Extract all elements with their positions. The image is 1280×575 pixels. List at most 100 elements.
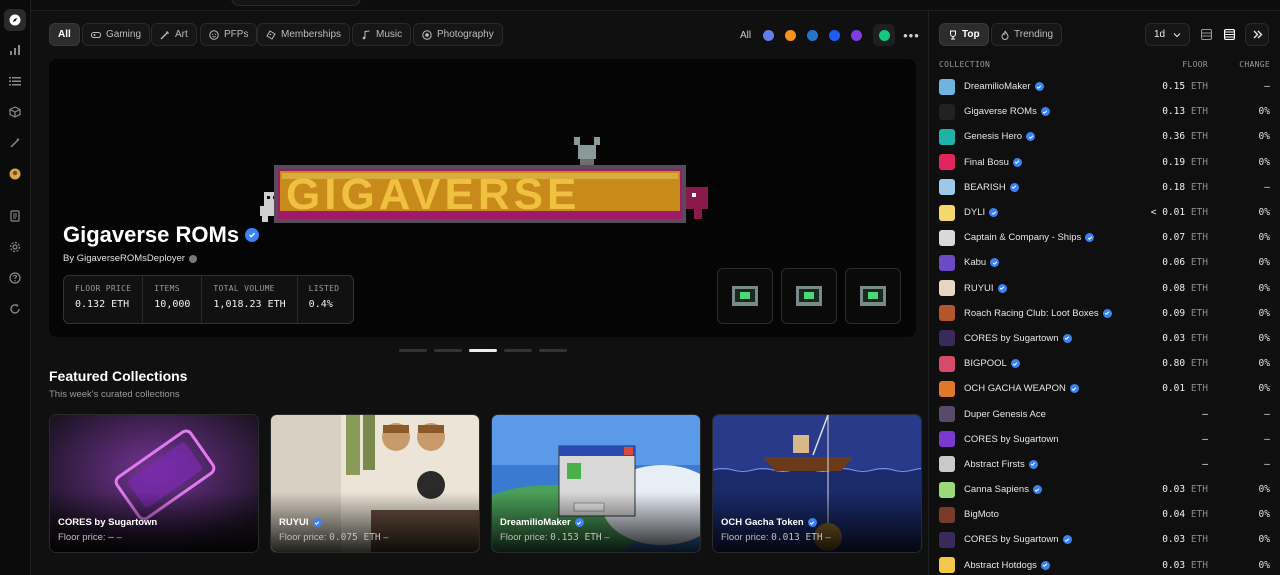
featured-card[interactable]: CORES by Sugartown Floor price: – –	[49, 414, 259, 553]
hero-title[interactable]: Gigaverse ROMs	[63, 222, 260, 248]
floor-cell: 0.06 ETH	[1162, 257, 1208, 268]
settings-icon[interactable]	[4, 236, 26, 258]
filter-chip-photography[interactable]: Photography	[413, 23, 503, 46]
tab-trending[interactable]: Trending	[991, 23, 1063, 46]
table-row[interactable]: Duper Genesis Ace – –	[939, 401, 1270, 426]
pager-dot[interactable]	[434, 349, 462, 352]
change-cell: –	[1264, 458, 1270, 470]
change-cell: 0%	[1258, 559, 1270, 571]
table-row[interactable]: Abstract Firsts – –	[939, 452, 1270, 477]
collection-name-text: CORES by Sugartown	[964, 433, 1059, 445]
header-collection[interactable]: COLLECTION	[939, 60, 990, 69]
floor-value: 0.013 ETH	[771, 532, 823, 543]
floor-value: 0.03	[1162, 332, 1186, 344]
polygon-icon[interactable]	[851, 29, 863, 41]
table-row[interactable]: Canna Sapiens 0.03 ETH 0%	[939, 477, 1270, 502]
period-select[interactable]: 1d	[1145, 23, 1190, 46]
card-floor: Floor price: 0.013 ETH –	[721, 532, 831, 543]
hero-banner[interactable]: GIGAVERSE Gigaverse ROMs By GigaverseROM…	[49, 59, 916, 337]
table-row[interactable]: Captain & Company - Ships 0.07 ETH 0%	[939, 225, 1270, 250]
table-row[interactable]: DreamilioMaker 0.15 ETH –	[939, 74, 1270, 99]
pager-dot[interactable]	[504, 349, 532, 352]
filter-chip-art[interactable]: Art	[151, 23, 197, 46]
hero-item-thumbnail[interactable]	[845, 268, 901, 324]
table-row[interactable]: DYLI < 0.01 ETH 0%	[939, 200, 1270, 225]
tab-top[interactable]: Top	[939, 23, 989, 46]
chain-all-button[interactable]: All	[740, 30, 751, 41]
pager-dot[interactable]	[539, 349, 567, 352]
table-row[interactable]: OCH GACHA WEAPON 0.01 ETH 0%	[939, 376, 1270, 401]
abstract-chain-button[interactable]	[873, 24, 896, 46]
change-cell: 0%	[1258, 156, 1270, 168]
bitcoin-icon[interactable]	[785, 29, 797, 41]
collection-name-text: Final Bosu	[964, 156, 1009, 168]
wand-icon[interactable]	[4, 132, 26, 154]
floor-cell: 0.04 ETH	[1162, 509, 1208, 520]
table-row[interactable]: CORES by Sugartown 0.03 ETH 0%	[939, 527, 1270, 552]
more-icon[interactable]: •••	[903, 28, 920, 43]
list-view-button[interactable]	[1195, 23, 1217, 46]
floor-cell: < 0.01 ETH	[1151, 207, 1208, 218]
floor-unit: ETH	[1190, 181, 1208, 193]
floor-value: 0.13	[1162, 106, 1186, 118]
hero-item-thumbnail[interactable]	[717, 268, 773, 324]
table-row[interactable]: Kabu 0.06 ETH 0%	[939, 250, 1270, 275]
expand-panel-button[interactable]	[1245, 23, 1269, 46]
filter-chip-all[interactable]: All	[49, 23, 80, 46]
featured-card[interactable]: OCH Gacha Token Floor price: 0.013 ETH –	[712, 414, 922, 553]
featured-card[interactable]: RUYUI Floor price: 0.075 ETH –	[270, 414, 480, 553]
refresh-icon[interactable]	[4, 298, 26, 320]
pager-dot-active[interactable]	[469, 349, 497, 352]
hero-item-thumbnail[interactable]	[781, 268, 837, 324]
collection-avatar	[939, 78, 955, 95]
table-row[interactable]: CORES by Sugartown 0.03 ETH 0%	[939, 326, 1270, 351]
table-row[interactable]: Abstract Hotdogs 0.03 ETH 0%	[939, 553, 1270, 575]
table-row[interactable]: CORES by Sugartown – –	[939, 427, 1270, 452]
hero-creator[interactable]: By GigaverseROMsDeployer	[63, 253, 197, 264]
change-cell: 0%	[1258, 207, 1270, 219]
filter-chip-pfps[interactable]: PFPs	[200, 23, 258, 46]
cube-icon[interactable]	[4, 101, 26, 123]
floor-value: 0.18	[1162, 181, 1186, 193]
help-icon[interactable]	[4, 267, 26, 289]
table-row[interactable]: Final Bosu 0.19 ETH 0%	[939, 150, 1270, 175]
featured-card[interactable]: DreamilioMaker Floor price: 0.153 ETH –	[491, 414, 701, 553]
verified-icon	[245, 228, 260, 242]
change-cell: 0%	[1258, 332, 1270, 344]
profile-avatar[interactable]	[4, 163, 26, 185]
floor-label: Floor price:	[58, 532, 106, 543]
compact-view-button[interactable]	[1218, 23, 1240, 46]
list-icon[interactable]	[4, 70, 26, 92]
change-cell: 0%	[1258, 383, 1270, 395]
docs-icon[interactable]	[4, 205, 26, 227]
table-row[interactable]: BEARISH 0.18 ETH –	[939, 175, 1270, 200]
filter-chip-music[interactable]: Music	[352, 23, 412, 46]
verified-icon	[1102, 308, 1112, 318]
pager-dot[interactable]	[399, 349, 427, 352]
table-row[interactable]: RUYUI 0.08 ETH 0%	[939, 276, 1270, 301]
verified-icon	[1034, 82, 1044, 92]
verified-icon	[312, 518, 322, 527]
floor-cell: –	[1202, 434, 1208, 445]
card-floor: Floor price: 0.075 ETH –	[279, 532, 389, 543]
table-row[interactable]: BigMoto 0.04 ETH 0%	[939, 502, 1270, 527]
usdc-icon[interactable]	[807, 29, 819, 41]
table-row[interactable]: Genesis Hero 0.36 ETH 0%	[939, 124, 1270, 149]
creator-badge-icon	[188, 254, 197, 263]
stats-icon[interactable]	[4, 39, 26, 61]
search-input[interactable]	[231, 0, 361, 6]
filter-chip-gaming[interactable]: Gaming	[82, 23, 151, 46]
explore-icon[interactable]	[4, 9, 26, 31]
base-icon[interactable]	[829, 29, 841, 41]
table-row[interactable]: Gigaverse ROMs 0.13 ETH 0%	[939, 99, 1270, 124]
table-row[interactable]: BIGPOOL 0.80 ETH 0%	[939, 351, 1270, 376]
header-change[interactable]: CHANGE	[1239, 60, 1270, 69]
floor-cell: 0.03 ETH	[1162, 534, 1208, 545]
filter-chip-memberships[interactable]: Memberships	[257, 23, 351, 46]
collection-avatar	[939, 380, 955, 397]
header-floor[interactable]: FLOOR	[1182, 60, 1208, 69]
chip-label: All	[58, 29, 71, 40]
ethereum-icon[interactable]	[763, 29, 775, 41]
table-row[interactable]: Roach Racing Club: Loot Boxes 0.09 ETH 0%	[939, 301, 1270, 326]
collection-name-text: Canna Sapiens	[964, 484, 1029, 496]
